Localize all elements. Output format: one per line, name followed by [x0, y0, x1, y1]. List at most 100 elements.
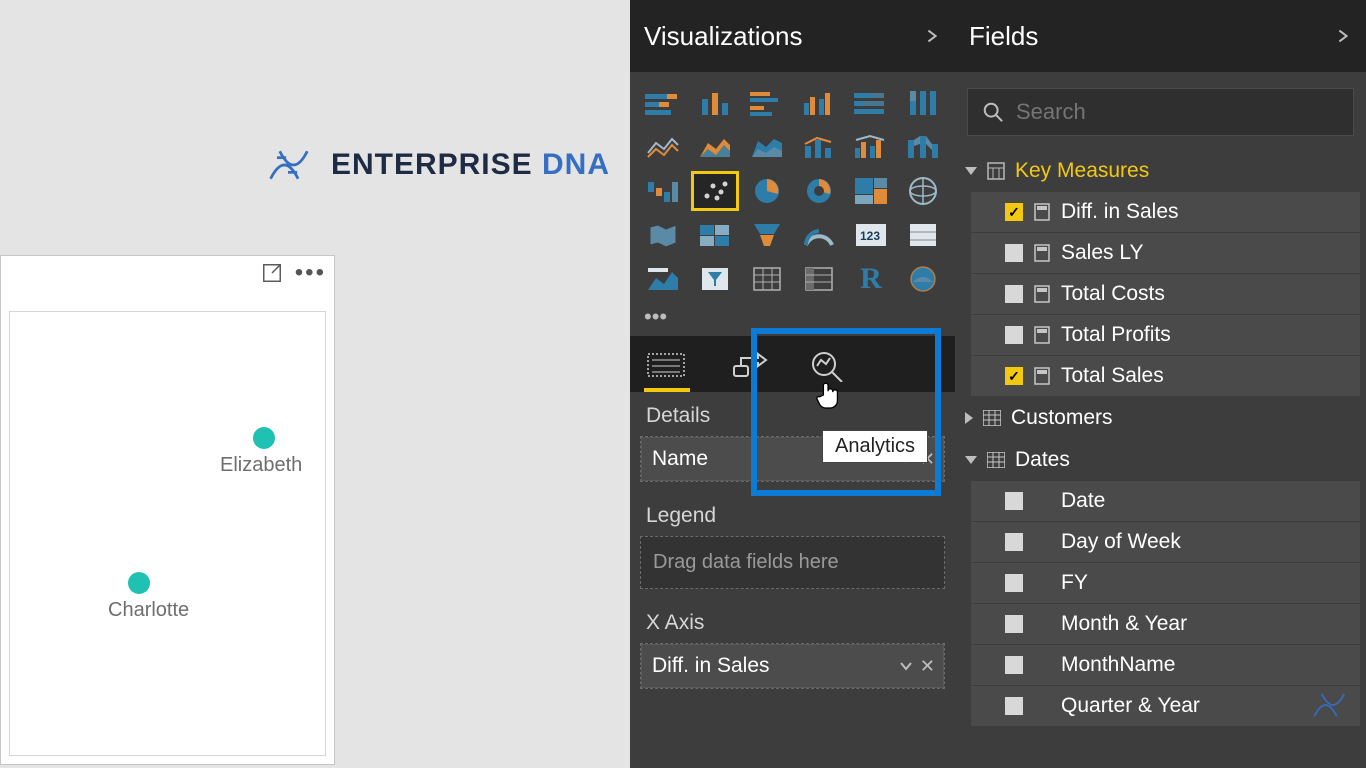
brand-logo: ENTERPRISE DNA	[266, 145, 610, 185]
funnel-icon[interactable]	[744, 216, 790, 254]
checkbox-icon[interactable]	[1005, 492, 1023, 510]
checkbox-icon[interactable]	[1005, 367, 1023, 385]
field-sales-ly[interactable]: Sales LY	[971, 233, 1360, 273]
card-icon[interactable]: 123	[848, 216, 894, 254]
stacked-area-icon[interactable]	[744, 128, 790, 166]
svg-text:123: 123	[860, 229, 880, 243]
checkbox-icon[interactable]	[1005, 697, 1023, 715]
checkbox-icon[interactable]	[1005, 203, 1023, 221]
kpi-icon[interactable]	[640, 260, 686, 298]
donut-chart-icon[interactable]	[796, 172, 842, 210]
scatter-visual[interactable]: ••• Elizabeth Charlotte	[0, 255, 335, 765]
analytics-tooltip: Analytics	[822, 430, 928, 463]
shape-map-icon[interactable]	[692, 216, 738, 254]
stacked-bar-icon[interactable]	[640, 84, 686, 122]
r-visual-icon[interactable]: R	[848, 260, 894, 298]
xaxis-well[interactable]: Diff. in Sales ✕	[640, 643, 945, 689]
table-key-measures[interactable]: Key Measures	[957, 150, 1366, 192]
data-point[interactable]	[128, 572, 150, 594]
field-total-profits[interactable]: Total Profits	[971, 315, 1360, 355]
more-options-icon[interactable]: •••	[295, 266, 326, 280]
panel-header: Visualizations	[630, 0, 955, 72]
measure-icon	[1033, 326, 1051, 344]
collapse-icon[interactable]	[1334, 27, 1352, 45]
search-box[interactable]	[967, 88, 1354, 136]
line-chart-icon[interactable]	[640, 128, 686, 166]
table-icon	[987, 452, 1005, 468]
expand-icon	[965, 167, 977, 175]
map-icon[interactable]	[900, 172, 946, 210]
waterfall-icon[interactable]	[640, 172, 686, 210]
field-fy[interactable]: FY	[971, 563, 1360, 603]
well-label-legend: Legend	[630, 492, 955, 536]
measure-icon	[1033, 285, 1051, 303]
field-monthname[interactable]: MonthName	[971, 645, 1360, 685]
checkbox-icon[interactable]	[1005, 326, 1023, 344]
measure-icon	[1033, 367, 1051, 385]
format-tab[interactable]	[728, 350, 770, 384]
multi-row-card-icon[interactable]	[900, 216, 946, 254]
area-chart-icon[interactable]	[692, 128, 738, 166]
legend-well[interactable]: Drag data fields here	[640, 536, 945, 589]
collapse-icon[interactable]	[923, 27, 941, 45]
table-dates[interactable]: Dates	[957, 439, 1366, 481]
hundred-column-icon[interactable]	[900, 84, 946, 122]
line-stacked-column-icon[interactable]	[796, 128, 842, 166]
more-visuals-icon[interactable]: •••	[630, 302, 955, 336]
expand-icon	[965, 456, 977, 464]
checkbox-icon[interactable]	[1005, 615, 1023, 633]
checkbox-icon[interactable]	[1005, 574, 1023, 592]
gauge-icon[interactable]	[796, 216, 842, 254]
logo-text: ENTERPRISE DNA	[331, 148, 610, 182]
search-input[interactable]	[1016, 99, 1339, 125]
treemap-icon[interactable]	[848, 172, 894, 210]
arcgis-icon[interactable]	[900, 260, 946, 298]
field-month-year[interactable]: Month & Year	[971, 604, 1360, 644]
field-date[interactable]: Date	[971, 481, 1360, 521]
field-diff-in-sales[interactable]: Diff. in Sales	[971, 192, 1360, 232]
data-point[interactable]	[253, 427, 275, 449]
hand-cursor-icon	[814, 378, 844, 410]
watermark-logo-icon	[1308, 690, 1358, 720]
report-canvas: ENTERPRISE DNA ••• Elizabeth Charlotte	[0, 0, 630, 768]
checkbox-icon[interactable]	[1005, 244, 1023, 262]
slicer-icon[interactable]	[692, 260, 738, 298]
table-icon[interactable]	[744, 260, 790, 298]
data-label: Charlotte	[108, 599, 189, 622]
fields-tree: Key Measures Diff. in Sales Sales LY Tot…	[955, 150, 1366, 726]
scatter-chart-icon[interactable]	[692, 172, 738, 210]
field-pill[interactable]: Diff. in Sales ✕	[641, 644, 944, 688]
checkbox-icon[interactable]	[1005, 285, 1023, 303]
field-total-sales[interactable]: Total Sales	[971, 356, 1360, 396]
search-icon	[982, 101, 1004, 123]
remove-field-icon[interactable]: ✕	[920, 656, 935, 677]
pie-chart-icon[interactable]	[744, 172, 790, 210]
stacked-column-icon[interactable]	[692, 84, 738, 122]
data-label: Elizabeth	[220, 454, 302, 477]
format-tabs	[630, 336, 955, 392]
checkbox-icon[interactable]	[1005, 533, 1023, 551]
ribbon-chart-icon[interactable]	[900, 128, 946, 166]
line-clustered-column-icon[interactable]	[848, 128, 894, 166]
fields-tab[interactable]	[646, 350, 688, 384]
matrix-icon[interactable]	[796, 260, 842, 298]
field-quarter-year[interactable]: Quarter & Year	[971, 686, 1360, 726]
clustered-column-icon[interactable]	[796, 84, 842, 122]
measure-icon	[1033, 203, 1051, 221]
table-customers[interactable]: Customers	[957, 397, 1366, 439]
measure-icon	[1033, 244, 1051, 262]
calc-table-icon	[987, 162, 1005, 180]
well-placeholder: Drag data fields here	[641, 537, 944, 588]
checkbox-icon[interactable]	[1005, 656, 1023, 674]
filled-map-icon[interactable]	[640, 216, 686, 254]
panel-title: Fields	[969, 21, 1038, 52]
field-total-costs[interactable]: Total Costs	[971, 274, 1360, 314]
field-day-of-week[interactable]: Day of Week	[971, 522, 1360, 562]
focus-mode-icon[interactable]	[261, 262, 283, 284]
expand-icon	[965, 412, 973, 424]
clustered-bar-icon[interactable]	[744, 84, 790, 122]
hundred-bar-icon[interactable]	[848, 84, 894, 122]
plot-area: Elizabeth Charlotte	[9, 311, 326, 756]
well-label-xaxis: X Axis	[630, 599, 955, 643]
chevron-down-icon[interactable]	[899, 659, 913, 673]
